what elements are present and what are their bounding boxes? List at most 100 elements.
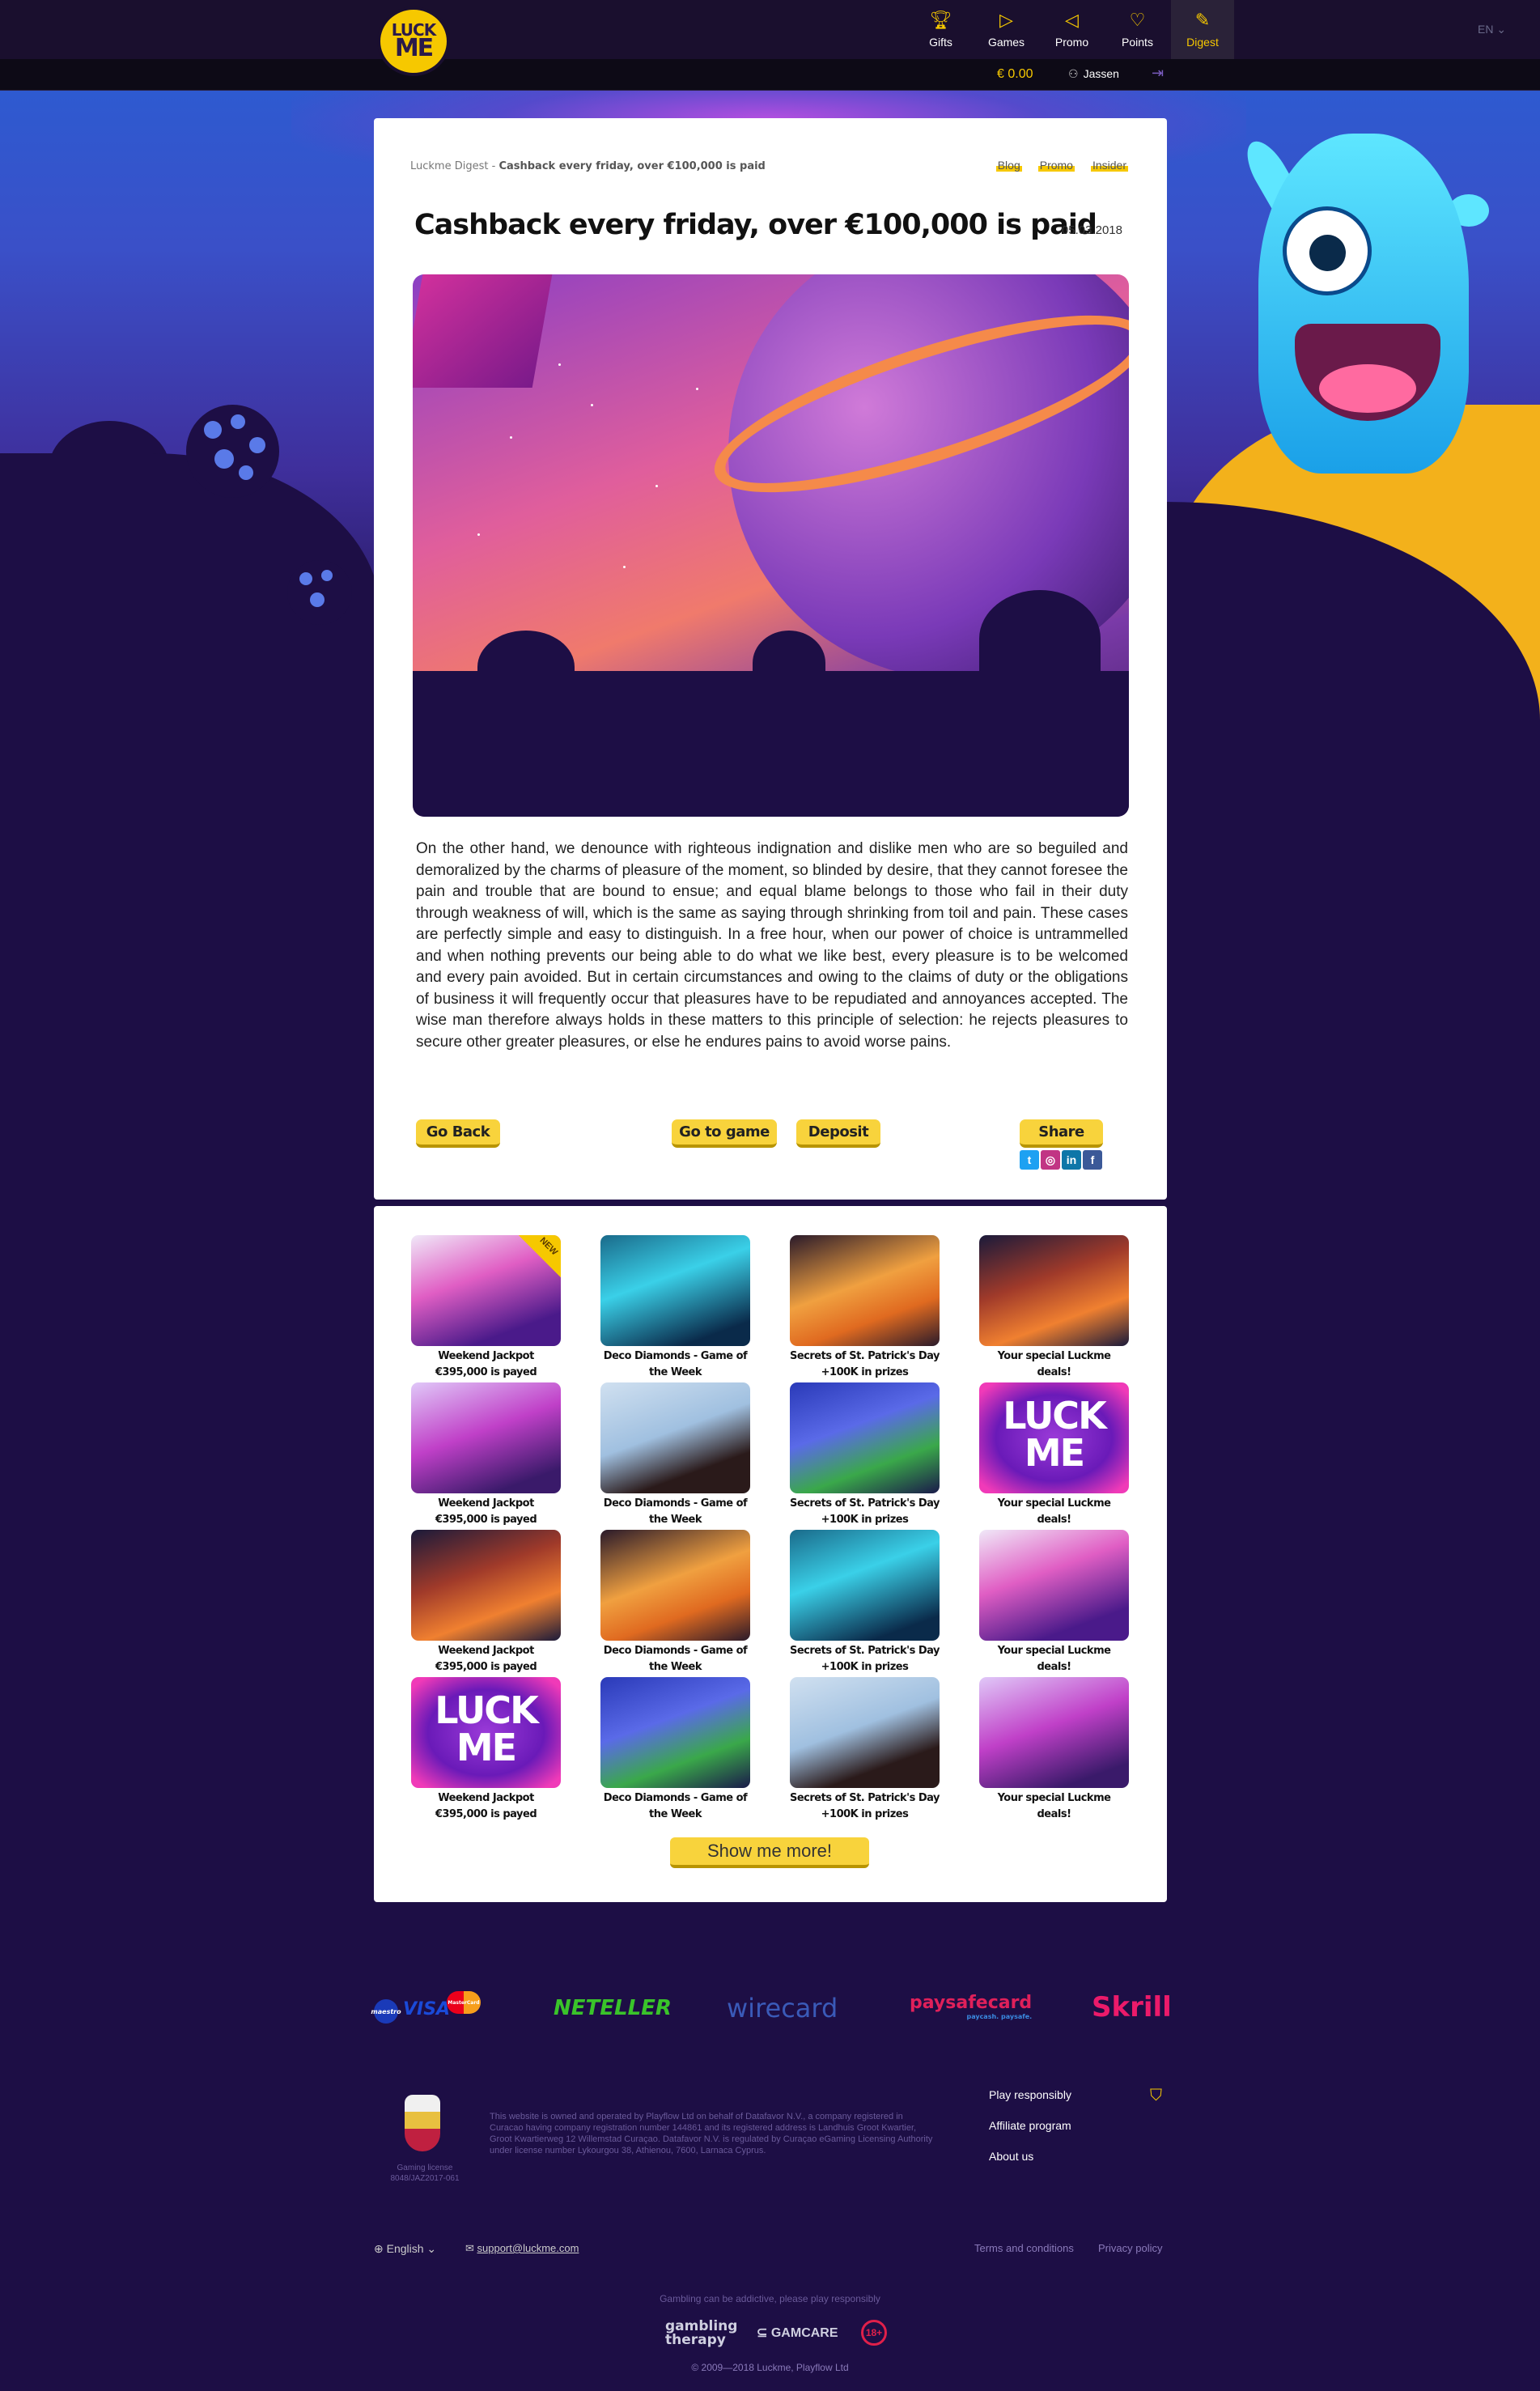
nav-label: Gifts bbox=[929, 35, 952, 49]
grid-item-caption[interactable]: Your special Luckme deals! bbox=[979, 1496, 1129, 1528]
tag-promo[interactable]: Promo bbox=[1037, 159, 1075, 172]
user-profile[interactable]: ⚇ Jassen bbox=[1068, 67, 1119, 81]
grid-item-caption[interactable]: Weekend Jackpot €395,000 is payed bbox=[411, 1348, 561, 1381]
gambling-therapy-logo[interactable]: gambling therapy bbox=[665, 2320, 737, 2347]
breadcrumb-root[interactable]: Luckme Digest bbox=[410, 160, 488, 172]
luckme-logo[interactable]: LUCK ME bbox=[377, 6, 450, 76]
affiliate-program-link[interactable]: Affiliate program bbox=[989, 2119, 1071, 2132]
breadcrumb: Luckme Digest - Cashback every friday, o… bbox=[410, 160, 766, 172]
neteller-logo: NETELLER bbox=[554, 1996, 672, 2020]
twitter-icon[interactable]: t bbox=[1020, 1150, 1039, 1170]
new-badge-label: NEW bbox=[537, 1235, 560, 1258]
grid-item-thumbnail[interactable] bbox=[790, 1677, 940, 1788]
grid-item[interactable]: Deco Diamonds - Game of the Week bbox=[600, 1235, 750, 1382]
grid-item-thumbnail[interactable] bbox=[600, 1235, 750, 1346]
grid-item-caption[interactable]: Deco Diamonds - Game of the Week bbox=[600, 1496, 750, 1528]
grid-item[interactable]: Secrets of St. Patrick's Day +100K in pr… bbox=[790, 1530, 940, 1677]
grid-item[interactable]: Secrets of St. Patrick's Day +100K in pr… bbox=[790, 1382, 940, 1530]
grid-item[interactable]: Weekend Jackpot €395,000 is payed bbox=[411, 1382, 561, 1530]
grid-item-thumbnail[interactable] bbox=[790, 1382, 940, 1493]
globe-icon: ⊕ bbox=[374, 2242, 387, 2255]
top-bar bbox=[0, 0, 1540, 59]
nav-points[interactable]: ♡ Points bbox=[1105, 0, 1170, 59]
grid-item-caption[interactable]: Deco Diamonds - Game of the Week bbox=[600, 1790, 750, 1823]
grid-item[interactable]: LUCK ME Your special Luckme deals! bbox=[979, 1382, 1129, 1530]
cube bbox=[413, 274, 553, 388]
user-icon: ⚇ bbox=[1068, 67, 1079, 80]
grid-item[interactable]: Your special Luckme deals! bbox=[979, 1530, 1129, 1677]
paysafecard-logo: paysafecard paycash. paysafe. bbox=[910, 1993, 1033, 2020]
privacy-link[interactable]: Privacy policy bbox=[1098, 2242, 1162, 2254]
nav-digest[interactable]: ✎ Digest bbox=[1171, 0, 1234, 59]
grid-item-caption[interactable]: Secrets of St. Patrick's Day +100K in pr… bbox=[790, 1643, 940, 1675]
grid-item[interactable]: Deco Diamonds - Game of the Week bbox=[600, 1677, 750, 1824]
tag-insider[interactable]: Insider bbox=[1090, 159, 1128, 172]
grid-item-thumbnail[interactable] bbox=[411, 1382, 561, 1493]
skrill-logo: Skrill bbox=[1092, 1991, 1172, 2024]
mastercard-logo: MasterCard bbox=[447, 1991, 481, 2014]
grid-item[interactable]: Weekend Jackpot €395,000 is payed bbox=[411, 1530, 561, 1677]
grid-item[interactable]: Your special Luckme deals! bbox=[979, 1235, 1129, 1382]
grid-item[interactable]: LUCK ME Weekend Jackpot €395,000 is payed bbox=[411, 1677, 561, 1824]
grid-item[interactable]: Secrets of St. Patrick's Day +100K in pr… bbox=[790, 1235, 940, 1382]
grid-item-caption[interactable]: Secrets of St. Patrick's Day +100K in pr… bbox=[790, 1496, 940, 1528]
grid-item-thumbnail[interactable]: LUCK ME bbox=[979, 1382, 1129, 1493]
grid-item-caption[interactable]: Secrets of St. Patrick's Day +100K in pr… bbox=[790, 1348, 940, 1381]
grid-item-caption[interactable]: Your special Luckme deals! bbox=[979, 1348, 1129, 1381]
go-back-button[interactable]: Go Back bbox=[416, 1119, 500, 1148]
about-us-link[interactable]: About us bbox=[989, 2150, 1071, 2163]
grid-item[interactable]: Your special Luckme deals! bbox=[979, 1677, 1129, 1824]
language-selector[interactable]: EN ⌄ bbox=[1478, 23, 1506, 36]
pen-icon: ✎ bbox=[1194, 9, 1211, 30]
grid-item[interactable]: Secrets of St. Patrick's Day +100K in pr… bbox=[790, 1677, 940, 1824]
balance[interactable]: € 0.00 bbox=[997, 67, 1033, 82]
grid-item-thumbnail[interactable] bbox=[600, 1530, 750, 1641]
article-title: Cashback every friday, over €100,000 is … bbox=[414, 209, 1097, 241]
grid-item-caption[interactable]: Weekend Jackpot €395,000 is payed bbox=[411, 1790, 561, 1823]
terms-link[interactable]: Terms and conditions bbox=[974, 2242, 1074, 2254]
grid-item-caption[interactable]: Deco Diamonds - Game of the Week bbox=[600, 1643, 750, 1675]
grid-item[interactable]: NEW Weekend Jackpot €395,000 is payed bbox=[411, 1235, 561, 1382]
linkedin-icon[interactable]: in bbox=[1062, 1150, 1081, 1170]
footer-language-selector[interactable]: ⊕ English ⌄ bbox=[374, 2242, 436, 2256]
grid-item[interactable]: Deco Diamonds - Game of the Week bbox=[600, 1530, 750, 1677]
nav-games[interactable]: ▷ Games bbox=[974, 0, 1039, 59]
logout-icon[interactable]: ⇥ bbox=[1152, 65, 1164, 82]
grid-item-thumbnail[interactable] bbox=[790, 1530, 940, 1641]
show-more-button[interactable]: Show me more! bbox=[670, 1837, 869, 1868]
megaphone-icon: ◁ bbox=[1065, 9, 1079, 30]
grid-item-thumbnail[interactable] bbox=[979, 1530, 1129, 1641]
play-responsibly-link[interactable]: Play responsibly bbox=[989, 2088, 1071, 2101]
grid-item[interactable]: Deco Diamonds - Game of the Week bbox=[600, 1382, 750, 1530]
gaming-license: Gaming license 8048/JAZ2017-061 bbox=[390, 2164, 460, 2183]
go-to-game-button[interactable]: Go to game bbox=[672, 1119, 777, 1148]
grid-item-caption[interactable]: Your special Luckme deals! bbox=[979, 1643, 1129, 1675]
grid-item-thumbnail[interactable] bbox=[600, 1382, 750, 1493]
grid-item-thumbnail[interactable] bbox=[790, 1235, 940, 1346]
tree-stem bbox=[317, 615, 324, 696]
grid-item-thumbnail[interactable] bbox=[600, 1677, 750, 1788]
nav-promo[interactable]: ◁ Promo bbox=[1039, 0, 1105, 59]
article-grid: NEW Weekend Jackpot €395,000 is payed Deco… bbox=[411, 1235, 1131, 1824]
grid-item-caption[interactable]: Weekend Jackpot €395,000 is payed bbox=[411, 1643, 561, 1675]
grid-item-caption[interactable]: Your special Luckme deals! bbox=[979, 1790, 1129, 1823]
grid-item-caption[interactable]: Secrets of St. Patrick's Day +100K in pr… bbox=[790, 1790, 940, 1823]
grid-item-thumbnail[interactable] bbox=[979, 1235, 1129, 1346]
support-email[interactable]: ✉ support@luckme.com bbox=[465, 2242, 579, 2255]
grid-item-thumbnail[interactable] bbox=[979, 1677, 1129, 1788]
grid-item-thumbnail[interactable]: LUCK ME bbox=[411, 1677, 561, 1788]
grid-item-thumbnail[interactable]: NEW bbox=[411, 1235, 561, 1346]
facebook-icon[interactable]: f bbox=[1083, 1150, 1102, 1170]
instagram-icon[interactable]: ◎ bbox=[1041, 1150, 1060, 1170]
deposit-button[interactable]: Deposit bbox=[796, 1119, 880, 1148]
grid-item-thumbnail[interactable] bbox=[411, 1530, 561, 1641]
grid-item-caption[interactable]: Deco Diamonds - Game of the Week bbox=[600, 1348, 750, 1381]
nav-gifts[interactable]: 🏆︎ Gifts bbox=[908, 0, 974, 59]
dotted-tree bbox=[287, 560, 352, 625]
share-button[interactable]: Share bbox=[1020, 1119, 1103, 1148]
nav-label: Points bbox=[1122, 35, 1153, 49]
tag-blog[interactable]: Blog bbox=[995, 159, 1022, 172]
gamcare-logo[interactable]: ⊆ GAMCARE bbox=[757, 2325, 838, 2341]
nav-label: Games bbox=[987, 35, 1025, 49]
grid-item-caption[interactable]: Weekend Jackpot €395,000 is payed bbox=[411, 1496, 561, 1528]
